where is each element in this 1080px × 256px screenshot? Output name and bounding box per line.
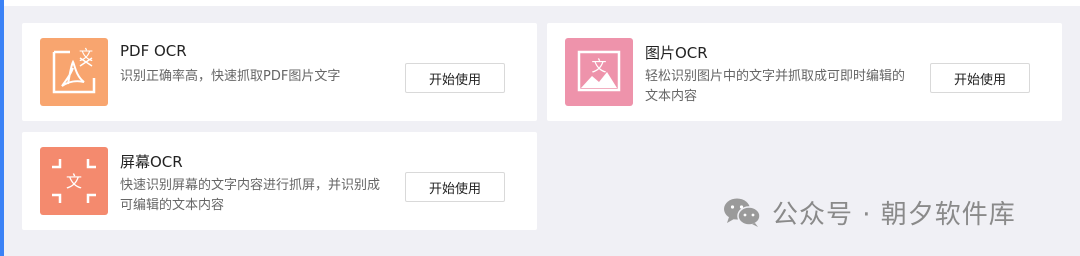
image-ocr-icon: 文 — [565, 38, 633, 106]
wechat-icon — [722, 196, 762, 228]
watermark: 公众号 · 朝夕软件库 — [722, 194, 1016, 230]
start-button-image-ocr[interactable]: 开始使用 — [930, 63, 1030, 93]
card-title: PDF OCR — [120, 42, 187, 60]
watermark-text: 公众号 · 朝夕软件库 — [772, 199, 1016, 230]
pdf-ocr-icon: 文 — [40, 38, 108, 106]
card-pdf-ocr: 文 PDF OCR 识别正确率高，快速抓取PDF图片文字 开始使用 — [22, 23, 537, 121]
card-description: 快速识别屏幕的文字内容进行抓屏，并识别成可编辑的文本内容 — [120, 178, 381, 213]
svg-text:文: 文 — [66, 172, 82, 191]
start-button-screen-ocr[interactable]: 开始使用 — [405, 172, 505, 202]
card-title: 屏幕OCR — [120, 153, 183, 171]
start-button-pdf-ocr[interactable]: 开始使用 — [405, 63, 505, 93]
left-accent-bar — [0, 0, 4, 256]
card-description: 轻松识别图片中的文字并抓取成可即时编辑的文本内容 — [645, 69, 906, 104]
card-description: 识别正确率高，快速抓取PDF图片文字 — [120, 69, 341, 84]
card-title: 图片OCR — [645, 44, 708, 62]
card-image-ocr: 文 图片OCR 轻松识别图片中的文字并抓取成可即时编辑的文本内容 开始使用 — [547, 23, 1062, 121]
top-divider — [4, 0, 1080, 6]
svg-text:文: 文 — [591, 57, 606, 75]
screen-ocr-icon: 文 — [40, 147, 108, 215]
card-screen-ocr: 文 屏幕OCR 快速识别屏幕的文字内容进行抓屏，并识别成可编辑的文本内容 开始使… — [22, 132, 537, 230]
